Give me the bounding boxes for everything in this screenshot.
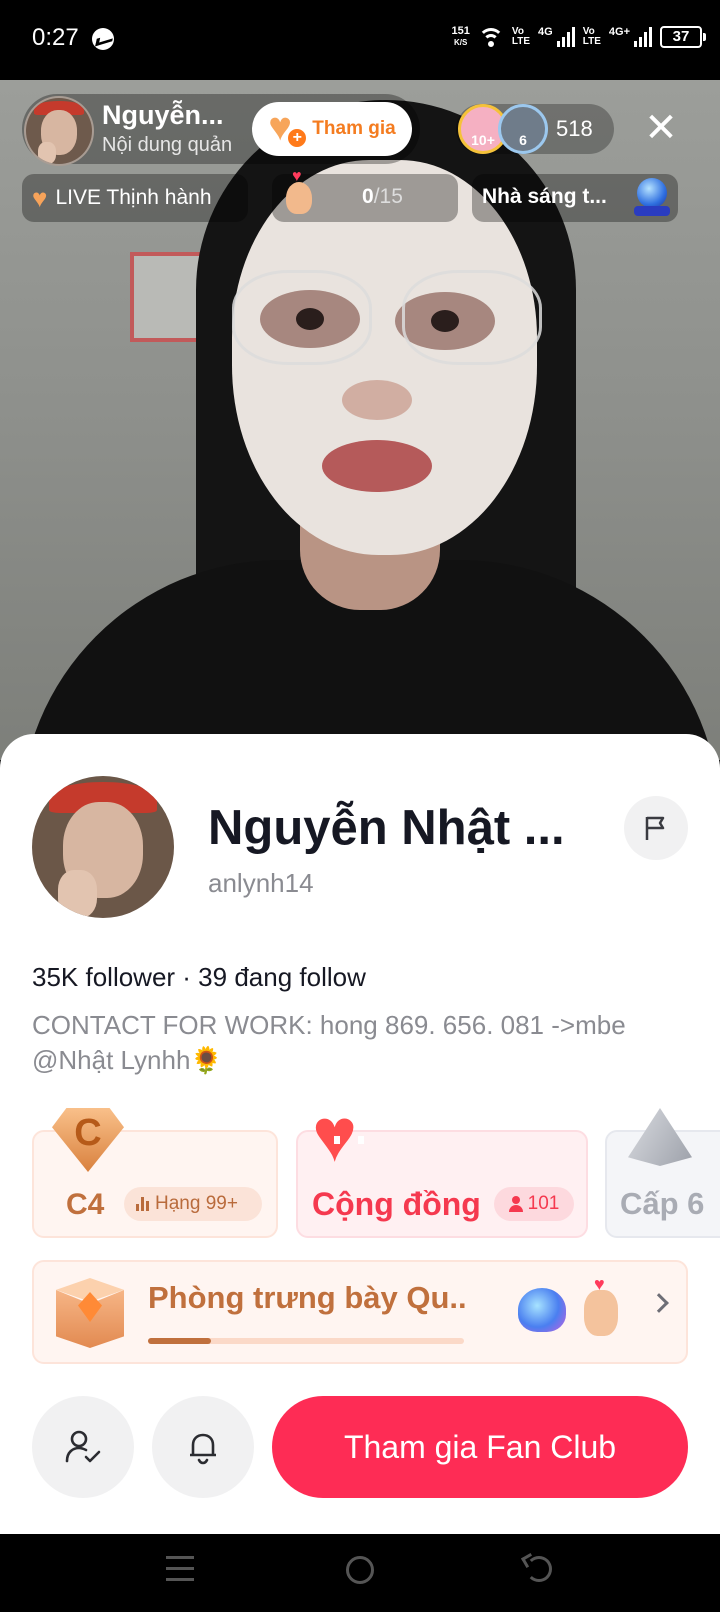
member-chip: 101 (494, 1187, 574, 1221)
trending-pill[interactable]: ♥ LIVE Thịnh hành (22, 174, 248, 222)
level-badge-letter: C (74, 1112, 102, 1154)
net-speed-unit: K/S (454, 38, 468, 47)
gift-total: /15 (373, 185, 403, 208)
notify-button[interactable] (152, 1396, 254, 1498)
bell-icon (190, 1433, 216, 1465)
finger-heart-icon (584, 1274, 618, 1336)
pyramid-icon (628, 1108, 692, 1166)
streamer-lips (322, 440, 432, 492)
join-fan-club-button[interactable]: Tham gia Fan Club (272, 1396, 688, 1498)
net-speed: 151 K/S (452, 26, 470, 48)
back-icon[interactable] (526, 1556, 554, 1584)
level-badge-icon: C (52, 1108, 124, 1172)
status-icons: 151 K/S Vo LTE 4G Vo LTE 4G+ 37 (452, 22, 706, 52)
bio-line: CONTACT FOR WORK: hong 869. 656. 081 ->m… (32, 1010, 626, 1040)
close-icon[interactable]: ✕ (638, 106, 684, 152)
rank-chip: Hạng 99+ (124, 1187, 262, 1221)
sim1-label: 4G (538, 26, 553, 38)
volte-icon: Vo LTE (583, 27, 601, 47)
tier-label: Cấp 6 (620, 1186, 705, 1221)
wifi-icon (477, 26, 504, 48)
gallery-progress (148, 1338, 464, 1344)
creator-label: Nhà sáng t... (482, 185, 607, 208)
gallery-cube-icon (56, 1278, 124, 1348)
status-bar: 0:27 151 K/S Vo LTE 4G Vo LTE 4G+ 37 (0, 0, 720, 80)
profile-avatar[interactable] (32, 776, 174, 918)
profile-username: anlynh14 (208, 868, 314, 898)
join-button[interactable]: Tham gia (252, 102, 412, 156)
sim2-label: 4G+ (608, 26, 630, 38)
net-speed-value: 151 (451, 25, 470, 37)
community-label: Cộng đồng (312, 1186, 481, 1222)
bio-line: @Nhật Lynhh🌻 (32, 1045, 223, 1075)
user-check-icon (65, 1430, 101, 1463)
battery-icon: 37 (660, 26, 706, 48)
level-label: C4 (66, 1188, 105, 1221)
gallery-title: Phòng trưng bày Qu... (148, 1280, 468, 1315)
rank-chart-icon (136, 1197, 149, 1211)
host-subtitle: Nội dung quản (102, 134, 233, 156)
volte-label: LTE (511, 36, 531, 47)
gallery-progress-fill (148, 1338, 212, 1344)
host-name[interactable]: Nguyễn... (102, 100, 242, 131)
member-count: 101 (527, 1193, 560, 1214)
gift-icon (518, 1288, 566, 1332)
home-icon[interactable] (346, 1556, 374, 1584)
viewer-avatar[interactable]: 6 (498, 104, 548, 154)
finger-heart-icon (286, 168, 312, 214)
broken-heart-icon: ♥ (32, 183, 48, 213)
person-icon (508, 1196, 523, 1212)
signal-icon (556, 27, 575, 47)
profile-name: Nguyễn Nhật ... (208, 801, 565, 855)
heart-mascot-icon: ♥ (312, 1098, 386, 1178)
status-time: 0:27 (32, 24, 79, 51)
follow-stats: 35K follower · 39 đang follow (32, 962, 366, 992)
volte-icon: Vo LTE (512, 27, 530, 47)
volte-label: LTE (582, 36, 601, 47)
flag-icon (645, 816, 665, 840)
bio: CONTACT FOR WORK: hong 869. 656. 081 ->m… (32, 1008, 692, 1078)
streamer-nose (342, 380, 412, 420)
host-avatar[interactable] (24, 96, 94, 166)
signal-icon (634, 27, 652, 47)
streamer-glasses (232, 270, 542, 370)
messenger-icon (92, 28, 114, 50)
crystal-ball-icon (632, 178, 672, 218)
rank-label: Hạng 99+ (155, 1193, 238, 1214)
menu-icon[interactable] (166, 1556, 194, 1586)
gift-done: 0 (362, 185, 374, 208)
report-button[interactable] (624, 796, 688, 860)
gift-goal-progress: 0/15 (362, 185, 403, 209)
trending-label: LIVE Thịnh hành (55, 186, 212, 209)
follow-button[interactable] (32, 1396, 134, 1498)
join-label: Tham gia (312, 118, 396, 139)
heart-plus-icon (268, 105, 309, 150)
viewer-count[interactable]: 518 (556, 116, 593, 142)
